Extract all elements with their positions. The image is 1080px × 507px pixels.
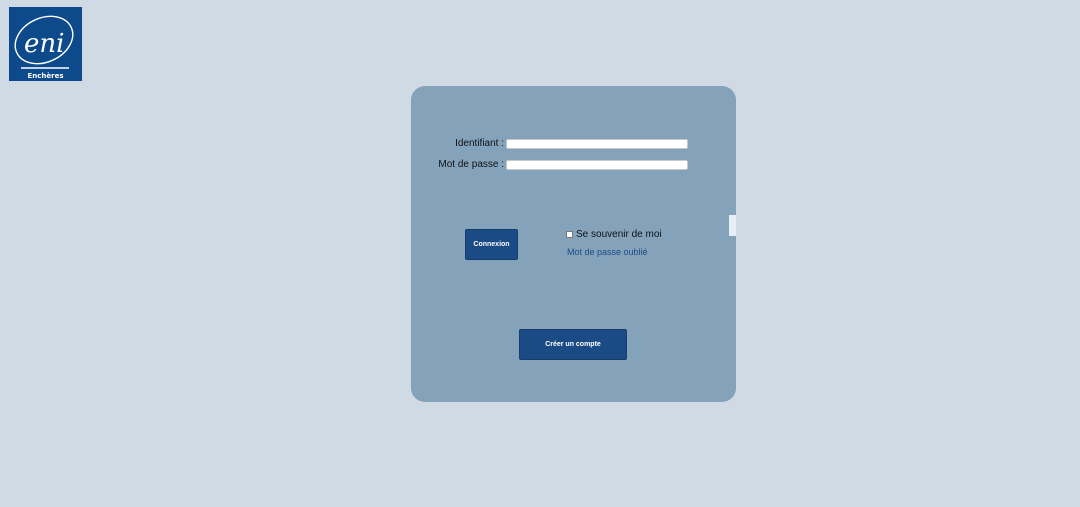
- connect-button[interactable]: Connexion: [465, 229, 518, 260]
- app-logo: eni Enchères: [9, 7, 82, 81]
- remember-me-label[interactable]: Se souvenir de moi: [576, 229, 662, 240]
- remember-me: Se souvenir de moi: [566, 229, 662, 240]
- remember-me-checkbox[interactable]: [566, 231, 573, 238]
- forgot-password-link[interactable]: Mot de passe oublié: [567, 247, 648, 257]
- password-input[interactable]: [506, 160, 688, 170]
- password-label: Mot de passe :: [438, 159, 504, 170]
- create-account-button[interactable]: Créer un compte: [519, 329, 627, 360]
- card-edge-notch: [729, 215, 736, 236]
- eni-logo-mark: eni: [14, 15, 74, 69]
- logo-caption: Enchères: [27, 72, 64, 80]
- username-label: Identifiant :: [455, 138, 504, 149]
- svg-text:eni: eni: [24, 29, 64, 59]
- username-input[interactable]: [506, 139, 688, 149]
